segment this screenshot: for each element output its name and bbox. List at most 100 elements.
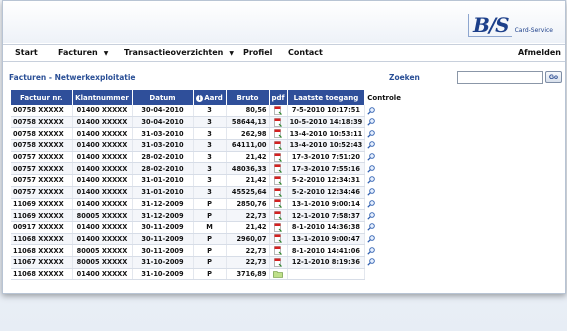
- cell-pdf[interactable]: [269, 233, 288, 246]
- pdf-icon[interactable]: [274, 141, 282, 150]
- brand-logo[interactable]: B/S Card-Service: [467, 9, 553, 37]
- table-row[interactable]: 00757 XXXXX 01400 XXXXX 31-01-2010 3 45525,6…: [11, 186, 405, 199]
- cell-pdf[interactable]: [269, 162, 288, 176]
- cell-pdf[interactable]: [269, 186, 288, 199]
- magnifier-icon[interactable]: [367, 235, 376, 243]
- col-factuur-nr[interactable]: Factuur nr.: [11, 90, 73, 105]
- magnifier-icon[interactable]: [367, 106, 376, 115]
- table-row[interactable]: 00758 XXXXX 01400 XXXXX 31-03-2010 3 262,98 1…: [11, 127, 405, 141]
- cell-controle[interactable]: [365, 105, 405, 116]
- menu-afmelden[interactable]: Afmelden: [518, 48, 561, 57]
- cell-controle[interactable]: [365, 198, 405, 210]
- col-klantnummer[interactable]: Klantnummer: [72, 90, 133, 105]
- pdf-icon[interactable]: [274, 176, 282, 185]
- magnifier-icon[interactable]: [367, 176, 376, 185]
- cell-controle[interactable]: [365, 140, 405, 152]
- menu-transactieoverzichten[interactable]: Transactieoverzichten ▼: [124, 48, 234, 57]
- pdf-icon[interactable]: [274, 106, 282, 115]
- col-datum[interactable]: Datum: [132, 90, 194, 105]
- cell-pdf[interactable]: [269, 139, 288, 152]
- cell-datum: 31-10-2009: [132, 256, 194, 269]
- cell-bruto: 21,42: [226, 151, 270, 164]
- pdf-icon[interactable]: [274, 234, 282, 244]
- magnifier-icon[interactable]: [367, 118, 376, 126]
- pdf-icon[interactable]: [274, 199, 282, 209]
- search-input[interactable]: [457, 71, 543, 84]
- cell-pdf[interactable]: [269, 268, 288, 281]
- cell-factuur-nr: 00758 XXXXX: [11, 127, 73, 141]
- cell-controle[interactable]: [365, 245, 405, 257]
- menu-transactieoverzichten-label: Transactieoverzichten: [124, 48, 224, 57]
- pdf-icon[interactable]: [274, 246, 282, 256]
- cell-laatste-toegang: 13-1-2010 9:00:14: [287, 198, 366, 211]
- magnifier-icon[interactable]: [367, 129, 376, 138]
- cell-pdf[interactable]: [269, 221, 288, 234]
- folder-icon[interactable]: [273, 270, 283, 278]
- col-laatste-toegang[interactable]: Laatste toegang: [287, 90, 366, 105]
- menu-facturen[interactable]: Facturen ▼: [58, 48, 108, 57]
- cell-pdf[interactable]: [269, 209, 288, 222]
- pdf-icon[interactable]: [274, 257, 282, 267]
- cell-laatste-toegang: 5-2-2010 12:34:46: [287, 186, 366, 199]
- menu-start[interactable]: Start: [15, 48, 38, 57]
- table-row[interactable]: 11068 XXXXX 01400 XXXXX 31-10-2009 P 3716,89: [11, 268, 405, 281]
- cell-laatste-toegang: 12-1-2010 7:58:37: [287, 209, 366, 222]
- cell-controle[interactable]: [365, 210, 405, 222]
- magnifier-icon[interactable]: [367, 153, 376, 161]
- cell-pdf[interactable]: [269, 116, 288, 129]
- magnifier-icon[interactable]: [367, 165, 376, 173]
- table-row[interactable]: 00757 XXXXX 01400 XXXXX 28-02-2010 3 21,42 17…: [11, 151, 405, 164]
- pdf-icon[interactable]: [274, 187, 282, 197]
- go-button[interactable]: Go: [545, 71, 562, 83]
- cell-controle[interactable]: [365, 163, 405, 175]
- cell-pdf[interactable]: [269, 174, 288, 187]
- table-row[interactable]: 00757 XXXXX 01400 XXXXX 31-01-2010 3 21,42 5-…: [11, 174, 405, 187]
- section-bar: Facturen - Netwerkexploitatie Zoeken Go: [9, 71, 562, 87]
- cell-pdf[interactable]: [269, 151, 288, 164]
- cell-controle[interactable]: [365, 116, 405, 128]
- cell-controle[interactable]: [365, 233, 405, 245]
- col-pdf[interactable]: pdf: [269, 90, 288, 105]
- cell-pdf[interactable]: [269, 256, 288, 269]
- col-bruto[interactable]: Bruto: [226, 90, 270, 105]
- table-row[interactable]: 11069 XXXXX 80005 XXXXX 31-12-2009 P 22,73 12…: [11, 209, 405, 222]
- cell-bruto: 45525,64: [226, 186, 270, 199]
- cell-datum: 28-02-2010: [132, 162, 194, 176]
- cell-aard: 3: [193, 151, 227, 164]
- table-row[interactable]: 00757 XXXXX 01400 XXXXX 28-02-2010 3 48036,3…: [11, 162, 405, 176]
- magnifier-icon[interactable]: [367, 211, 376, 220]
- table-row[interactable]: 11068 XXXXX 01400 XXXXX 30-11-2009 P 2960,07…: [11, 233, 405, 246]
- table-row[interactable]: 00758 XXXXX 01400 XXXXX 31-03-2010 3 64111,0…: [11, 139, 405, 152]
- magnifier-icon[interactable]: [367, 223, 376, 231]
- pdf-icon[interactable]: [274, 152, 282, 162]
- pdf-icon[interactable]: [274, 117, 282, 127]
- menu-contact[interactable]: Contact: [288, 48, 323, 57]
- table-row[interactable]: 00917 XXXXX 01400 XXXXX 30-11-2009 M 21,42 8-…: [11, 221, 405, 234]
- table-row[interactable]: 11067 XXXXX 80005 XXXXX 31-10-2009 P 22,73 12…: [11, 256, 405, 269]
- cell-controle[interactable]: [365, 128, 405, 140]
- table-row[interactable]: 11069 XXXXX 01400 XXXXX 31-12-2009 P 2850,76…: [11, 198, 405, 211]
- menu-profiel[interactable]: Profiel: [243, 48, 272, 57]
- table-row[interactable]: 00758 XXXXX 01400 XXXXX 30-04-2010 3 58644,1…: [11, 116, 405, 129]
- cell-controle[interactable]: [365, 175, 405, 187]
- magnifier-icon[interactable]: [367, 246, 376, 255]
- pdf-icon[interactable]: [274, 211, 282, 220]
- cell-controle[interactable]: [365, 221, 405, 233]
- table-row[interactable]: 00758 XXXXX 01400 XXXXX 30-04-2010 3 80,56 7-…: [11, 105, 405, 117]
- magnifier-icon[interactable]: [367, 141, 376, 150]
- magnifier-icon[interactable]: [367, 258, 376, 266]
- cell-pdf[interactable]: [269, 105, 288, 117]
- cell-controle[interactable]: [365, 256, 405, 268]
- pdf-icon[interactable]: [274, 222, 282, 232]
- pdf-icon[interactable]: [274, 129, 282, 139]
- cell-controle[interactable]: [365, 186, 405, 198]
- cell-controle[interactable]: [365, 151, 405, 163]
- cell-pdf[interactable]: [269, 244, 288, 257]
- col-aard[interactable]: i Aard: [193, 90, 227, 105]
- magnifier-icon[interactable]: [367, 188, 376, 196]
- cell-pdf[interactable]: [269, 198, 288, 211]
- cell-pdf[interactable]: [269, 127, 288, 141]
- magnifier-icon[interactable]: [367, 200, 376, 208]
- pdf-icon[interactable]: [274, 164, 282, 174]
- table-row[interactable]: 11068 XXXXX 80005 XXXXX 30-11-2009 P 22,73 8-…: [11, 244, 405, 257]
